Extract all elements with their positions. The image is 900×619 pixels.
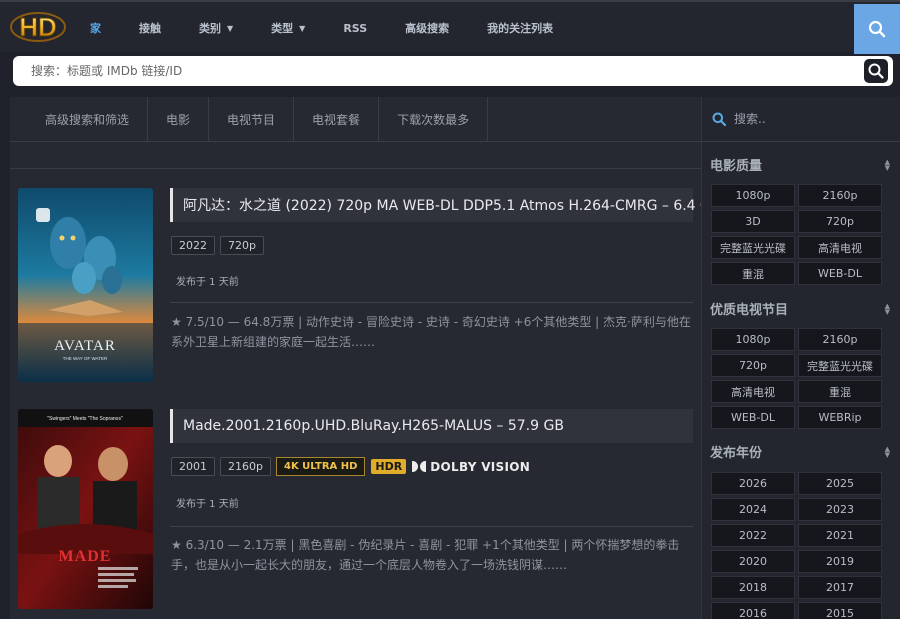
chip-quality[interactable]: 高清电视	[798, 236, 882, 259]
tab-tv-shows[interactable]: 电视节目	[209, 97, 295, 142]
chip-year[interactable]: 2021	[798, 524, 882, 547]
svg-text:THE WAY OF WATER: THE WAY OF WATER	[63, 356, 108, 361]
item-description: ★ 7.5/10 — 64.8万票 | 动作史诗 - 冒险史诗 - 史诗 - 奇…	[171, 315, 691, 349]
chip-year[interactable]: 2019	[798, 550, 882, 573]
main-search-bar	[13, 56, 893, 86]
dolby-icon	[412, 461, 427, 472]
sidebar-search	[702, 97, 900, 142]
chip-tv-quality[interactable]: 重混	[798, 380, 882, 403]
chip-year[interactable]: 2022	[711, 524, 795, 547]
section-header-release-year[interactable]: 发布年份 ▲ ▼	[710, 442, 890, 461]
item-title-bar[interactable]: 阿凡达：水之道 (2022) 720p MA WEB-DL DDP5.1 Atm…	[170, 188, 720, 222]
chip-tv-quality[interactable]: WEB-DL	[711, 406, 795, 429]
chip-year[interactable]: 2016	[711, 602, 795, 619]
item-title-bar[interactable]: Made.2001.2160p.UHD.BluRay.H265-MALUS – …	[170, 409, 693, 443]
chip-tv-quality[interactable]: 高清电视	[711, 380, 795, 403]
item-tags: 2001 2160p 4K ULTRA HD HDR DOLBY VISION	[171, 457, 530, 476]
chip-year[interactable]: 2025	[798, 472, 882, 495]
divider	[10, 168, 701, 169]
svg-text:AVATAR: AVATAR	[54, 338, 116, 354]
tv-quality-grid: 1080p 2160p 720p 完整蓝光光碟 高清电视 重混 WEB-DL W…	[711, 328, 883, 429]
search-icon	[868, 63, 884, 79]
chip-quality[interactable]: WEB-DL	[798, 262, 882, 285]
top-navbar: HD 家 接触 类别 ▼ 类型 ▼ RSS 高级搜索 我的关注列表	[0, 0, 900, 54]
chip-year[interactable]: 2015	[798, 602, 882, 619]
nav-categories[interactable]: 类别 ▼	[199, 20, 233, 36]
item-title[interactable]: 阿凡达：水之道 (2022) 720p MA WEB-DL DDP5.1 Atm…	[183, 195, 720, 215]
release-year-grid: 2026 2025 2024 2023 2022 2021 2020 2019 …	[711, 472, 883, 619]
chip-tv-quality[interactable]: 完整蓝光光碟	[798, 354, 882, 377]
chip-quality[interactable]: 1080p	[711, 184, 795, 207]
quality-tag[interactable]: 720p	[220, 236, 264, 255]
nav-home[interactable]: 家	[90, 20, 101, 36]
chip-tv-quality[interactable]: WEBRip	[798, 406, 882, 429]
year-tag[interactable]: 2022	[171, 236, 215, 255]
nav-contact[interactable]: 接触	[139, 20, 161, 36]
chip-quality[interactable]: 重混	[711, 262, 795, 285]
dolby-vision-badge: DOLBY VISION	[412, 460, 530, 474]
item-description: ★ 6.3/10 — 2.1万票 | 黑色喜剧 - 伪纪录片 - 喜剧 - 犯罪…	[171, 538, 680, 572]
nav-rss[interactable]: RSS	[343, 22, 367, 35]
movie-quality-grid: 1080p 2160p 3D 720p 完整蓝光光碟 高清电视 重混 WEB-D…	[711, 184, 883, 285]
hdr-badge: HDR	[371, 459, 407, 474]
content-tabs: 高级搜索和筛选 电影 电视节目 电视套餐 下载次数最多	[10, 97, 701, 142]
main-search-submit[interactable]	[864, 59, 888, 83]
item-tags: 2022 720p	[171, 236, 269, 255]
chip-year[interactable]: 2017	[798, 576, 882, 599]
sidebar: 电影质量 ▲▼ 1080p 2160p 3D 720p 完整蓝光光碟 高清电视 …	[701, 97, 900, 619]
search-icon	[712, 112, 726, 126]
main-nav: 家 接触 类别 ▼ 类型 ▼ RSS 高级搜索 我的关注列表	[90, 2, 591, 54]
sidebar-search-input[interactable]	[734, 112, 884, 126]
poster-image[interactable]: AVATAR THE WAY OF WATER	[18, 188, 153, 382]
main-content: 高级搜索和筛选 电影 电视节目 电视套餐 下载次数最多 AVATAR THE W…	[10, 97, 720, 619]
quality-tag[interactable]: 2160p	[220, 457, 271, 476]
tab-movies[interactable]: 电影	[148, 97, 210, 142]
chip-tv-quality[interactable]: 2160p	[798, 328, 882, 351]
chip-year[interactable]: 2020	[711, 550, 795, 573]
chip-year[interactable]: 2026	[711, 472, 795, 495]
chevron-down-icon: ▼	[299, 23, 306, 33]
svg-text:HD: HD	[19, 12, 57, 42]
header-search-button[interactable]	[854, 4, 900, 54]
nav-advanced-search[interactable]: 高级搜索	[405, 20, 449, 36]
chip-year[interactable]: 2023	[798, 498, 882, 521]
chevron-down-icon: ▼	[227, 23, 234, 33]
nav-genres[interactable]: 类型 ▼	[271, 20, 305, 36]
posted-time: 发布于 1 天前	[176, 499, 239, 510]
chip-quality[interactable]: 720p	[798, 210, 882, 233]
main-search-input[interactable]	[31, 56, 851, 86]
svg-text:"Swingers" Meets "The Sopranos: "Swingers" Meets "The Sopranos"	[47, 416, 123, 422]
nav-watchlist[interactable]: 我的关注列表	[487, 20, 553, 36]
svg-text:MADE: MADE	[59, 548, 112, 565]
site-logo[interactable]: HD	[10, 10, 66, 44]
chip-tv-quality[interactable]: 720p	[711, 354, 795, 377]
tab-most-downloaded[interactable]: 下载次数最多	[379, 97, 489, 142]
sort-icon: ▲ ▼	[884, 444, 890, 459]
sort-icon: ▲ ▼	[884, 301, 890, 316]
tab-advanced-filter[interactable]: 高级搜索和筛选	[10, 97, 149, 142]
chip-year[interactable]: 2018	[711, 576, 795, 599]
chip-quality[interactable]: 完整蓝光光碟	[711, 236, 795, 259]
chip-quality[interactable]: 3D	[711, 210, 795, 233]
list-item: "Swingers" Meets "The Sopranos" MADE Mad…	[18, 409, 693, 609]
posted-time: 发布于 1 天前	[176, 277, 239, 288]
item-title[interactable]: Made.2001.2160p.UHD.BluRay.H265-MALUS – …	[183, 418, 564, 434]
divider	[170, 302, 693, 303]
chip-quality[interactable]: 2160p	[798, 184, 882, 207]
poster-image[interactable]: "Swingers" Meets "The Sopranos" MADE	[18, 409, 153, 609]
divider	[170, 526, 693, 527]
uhd-badge: 4K ULTRA HD	[275, 457, 366, 476]
chip-year[interactable]: 2024	[711, 498, 795, 521]
section-header-movie-quality[interactable]: 电影质量 ▲ ▼	[710, 155, 890, 174]
section-header-tv-quality[interactable]: 优质电视节目 ▲ ▼	[710, 299, 890, 318]
year-tag[interactable]: 2001	[171, 457, 215, 476]
sort-icon: ▲ ▼	[884, 157, 890, 172]
search-icon	[868, 20, 886, 38]
list-item: AVATAR THE WAY OF WATER 阿凡达：水之道 (2022) 7…	[18, 188, 720, 382]
tab-tv-packs[interactable]: 电视套餐	[294, 97, 380, 142]
chip-tv-quality[interactable]: 1080p	[711, 328, 795, 351]
